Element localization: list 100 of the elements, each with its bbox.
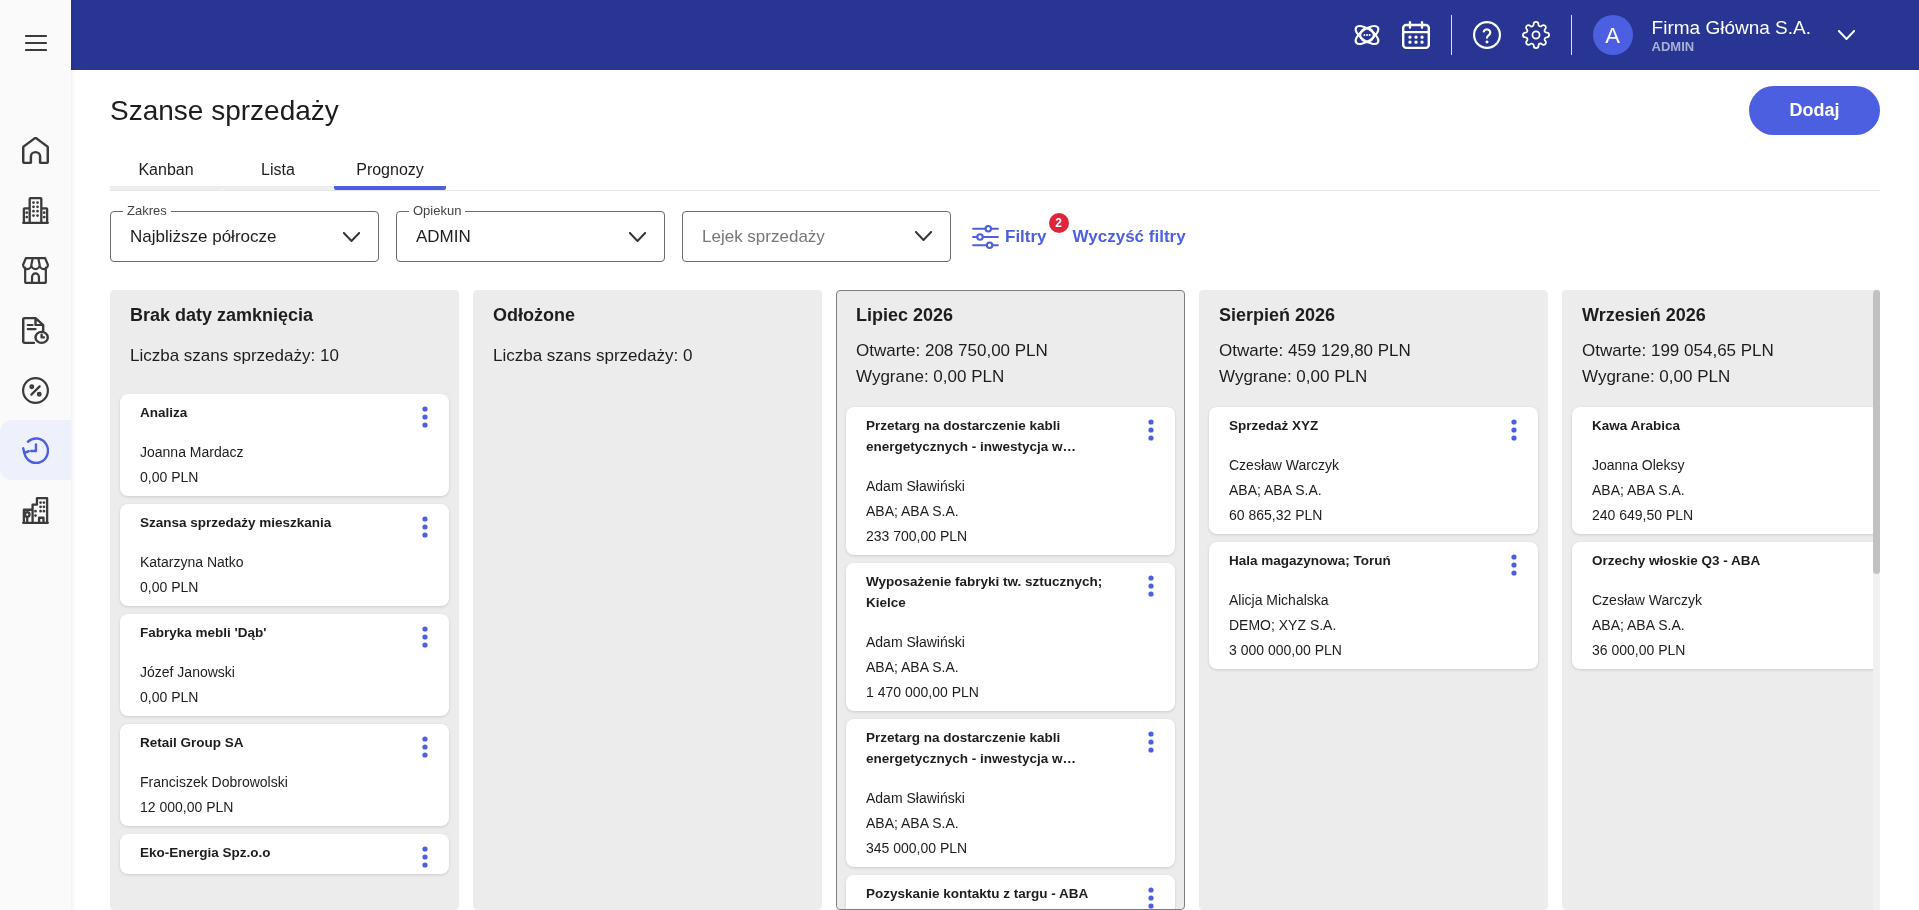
chevron-down-icon xyxy=(915,231,932,241)
opportunity-card[interactable]: Hala magazynowa; Toruń Alicja Michalska DEMO; XYZ S.A. 3 000 000,00 PLN xyxy=(1209,542,1538,669)
column-summary: Otwarte: 208 750,00 PLN xyxy=(856,340,1049,362)
percent-icon xyxy=(22,376,49,404)
opportunity-card[interactable]: Kawa Arabica Joanna Oleksy ABA; ABA S.A. 240 649,50 PLN xyxy=(1572,407,1873,534)
opportunity-card[interactable]: Pozyskanie kontaktu z targu - ABA xyxy=(846,875,1175,909)
chevron-down-icon[interactable] xyxy=(1838,30,1855,40)
chevron-down-icon xyxy=(629,231,646,242)
home-icon xyxy=(22,136,49,164)
more-options-icon[interactable] xyxy=(1148,575,1154,597)
column-title: Brak daty zamknięcia xyxy=(130,304,315,326)
sidebar-item[interactable] xyxy=(0,420,71,480)
select-field[interactable]: Zakres Najbliższe półrocze xyxy=(110,203,379,262)
menu-icon[interactable] xyxy=(24,35,47,51)
card-detail: 233 700,00 PLN xyxy=(866,527,969,546)
column-summary: Wygrane: 0,00 PLN xyxy=(856,366,1006,388)
more-options-icon[interactable] xyxy=(1148,887,1154,909)
column-summary: Wygrane: 0,00 PLN xyxy=(1582,366,1732,388)
clear-filters-link[interactable]: Wyczyść filtry xyxy=(1072,225,1186,249)
card-detail: 60 865,32 PLN xyxy=(1229,506,1324,525)
opportunity-card[interactable]: Eko-Energia Spz.o.o xyxy=(120,834,449,874)
card-title: Orzechy włoskie Q3 - ABA xyxy=(1592,552,1762,570)
card-title: Eko-Energia Spz.o.o xyxy=(140,844,272,862)
card-title: Hala magazynowa; Toruń xyxy=(1229,552,1392,570)
opportunity-card[interactable]: Przetarg na dostarczenie kabli energetycznych - inwestycja w… Adam Sławiński ABA; ABA S.A. 345 000,00 PLN xyxy=(846,719,1175,867)
card-title: Sprzedaż XYZ xyxy=(1229,417,1320,435)
column-summary: Otwarte: 459 129,80 PLN xyxy=(1219,340,1412,362)
field-label: Zakres xyxy=(126,203,168,219)
opportunity-card[interactable]: Analiza Joanna Mardacz 0,00 PLN xyxy=(120,394,449,496)
count-badge: 2 xyxy=(1048,213,1069,233)
card-detail: Czesław Warczyk xyxy=(1592,591,1703,610)
more-options-icon[interactable] xyxy=(1148,419,1154,441)
card-title: Analiza xyxy=(140,404,189,422)
company-name: Firma Główna S.A. xyxy=(1651,15,1811,39)
card-detail: DEMO; XYZ S.A. xyxy=(1229,616,1338,635)
card-detail: 240 649,50 PLN xyxy=(1592,506,1695,525)
opportunity-card[interactable]: Orzechy włoskie Q3 - ABA Czesław Warczyk ABA; ABA S.A. 36 000,00 PLN xyxy=(1572,542,1873,669)
field-label: Opiekun xyxy=(412,203,463,219)
column-summary: Liczba szans sprzedaży: 0 xyxy=(493,345,694,367)
card-detail: ABA; ABA S.A. xyxy=(1592,616,1686,635)
store-icon xyxy=(22,256,49,284)
card-detail: Joanna Oleksy xyxy=(1592,456,1686,475)
card-detail: 36 000,00 PLN xyxy=(1592,641,1687,660)
more-options-icon[interactable] xyxy=(1148,731,1154,753)
opportunity-card[interactable]: Szansa sprzedaży mieszkania Katarzyna Natko 0,00 PLN xyxy=(120,504,449,606)
column-title: Sierpień 2026 xyxy=(1219,304,1337,326)
card-detail: Katarzyna Natko xyxy=(140,553,245,572)
help-icon[interactable] xyxy=(1472,21,1501,49)
settings-icon[interactable] xyxy=(1521,21,1550,49)
more-options-icon[interactable] xyxy=(422,846,428,868)
select-field[interactable]: Opiekun ADMIN xyxy=(396,203,665,262)
card-detail: 1 470 000,00 PLN xyxy=(866,683,980,702)
card-title: Pozyskanie kontaktu z targu - ABA xyxy=(866,885,1090,903)
more-options-icon[interactable] xyxy=(422,406,428,428)
card-detail: Adam Sławiński xyxy=(866,477,966,496)
more-options-icon[interactable] xyxy=(1511,554,1517,576)
document-clock-icon xyxy=(22,316,49,344)
opportunity-card[interactable]: Wyposażenie fabryki tw. sztucznych; Kielce Adam Sławiński ABA; ABA S.A. 1 470 000,00 PLN xyxy=(846,563,1175,711)
select-field[interactable]: Lejek sprzedaży xyxy=(682,211,951,262)
opportunity-card[interactable]: Fabryka mebli 'Dąb' Józef Janowski 0,00 PLN xyxy=(120,614,449,716)
card-detail: Joanna Mardacz xyxy=(140,443,245,462)
more-options-icon[interactable] xyxy=(422,736,428,758)
column-summary: Liczba szans sprzedaży: 10 xyxy=(130,345,340,367)
filters-button[interactable]: Filtry xyxy=(972,225,1047,249)
card-detail: 345 000,00 PLN xyxy=(866,839,969,858)
column-summary: Otwarte: 199 054,65 PLN xyxy=(1582,340,1775,362)
card-detail: 3 000 000,00 PLN xyxy=(1229,641,1343,660)
opportunity-card[interactable]: Sprzedaż XYZ Czesław Warczyk ABA; ABA S.A. 60 865,32 PLN xyxy=(1209,407,1538,534)
card-detail: 0,00 PLN xyxy=(140,578,200,597)
tab[interactable]: Kanban xyxy=(110,147,222,190)
tab[interactable]: Lista xyxy=(222,147,334,190)
card-detail: ABA; ABA S.A. xyxy=(866,658,960,677)
tab[interactable]: Prognozy xyxy=(334,147,446,190)
card-title: Kawa Arabica xyxy=(1592,417,1682,435)
scrollbar-thumb[interactable] xyxy=(1873,290,1880,574)
office-building-icon xyxy=(22,196,49,224)
card-detail: Józef Janowski xyxy=(140,663,236,682)
opportunity-card[interactable]: Przetarg na dostarczenie kabli energetycznych - inwestycja w… Adam Sławiński ABA; ABA S.A. 233 700,00 PLN xyxy=(846,407,1175,555)
card-detail: ABA; ABA S.A. xyxy=(1592,481,1686,500)
card-title: Wyposażenie fabryki tw. sztucznych; Kielce xyxy=(866,573,1104,612)
scrollbar-track[interactable] xyxy=(1873,290,1880,910)
card-detail: 12 000,00 PLN xyxy=(140,798,235,817)
card-detail: Franciszek Dobrowolski xyxy=(140,773,289,792)
more-options-icon[interactable] xyxy=(422,516,428,538)
more-options-icon[interactable] xyxy=(1511,419,1517,441)
avatar[interactable]: A xyxy=(1592,15,1633,55)
card-detail: ABA; ABA S.A. xyxy=(866,502,960,521)
add-button[interactable]: Dodaj xyxy=(1749,86,1880,135)
opportunity-card[interactable]: Retail Group SA Franciszek Dobrowolski 12 000,00 PLN xyxy=(120,724,449,826)
card-title: Fabryka mebli 'Dąb' xyxy=(140,624,268,642)
card-detail: Adam Sławiński xyxy=(866,633,966,652)
calendar-icon[interactable] xyxy=(1401,21,1430,49)
card-detail: Czesław Warczyk xyxy=(1229,456,1340,475)
card-detail: ABA; ABA S.A. xyxy=(866,814,960,833)
card-detail: 0,00 PLN xyxy=(140,468,200,487)
card-detail: Adam Sławiński xyxy=(866,789,966,808)
card-title: Szansa sprzedaży mieszkania xyxy=(140,514,333,532)
city-buildings-icon xyxy=(22,496,49,524)
more-options-icon[interactable] xyxy=(422,626,428,648)
card-detail: ABA; ABA S.A. xyxy=(1229,481,1323,500)
